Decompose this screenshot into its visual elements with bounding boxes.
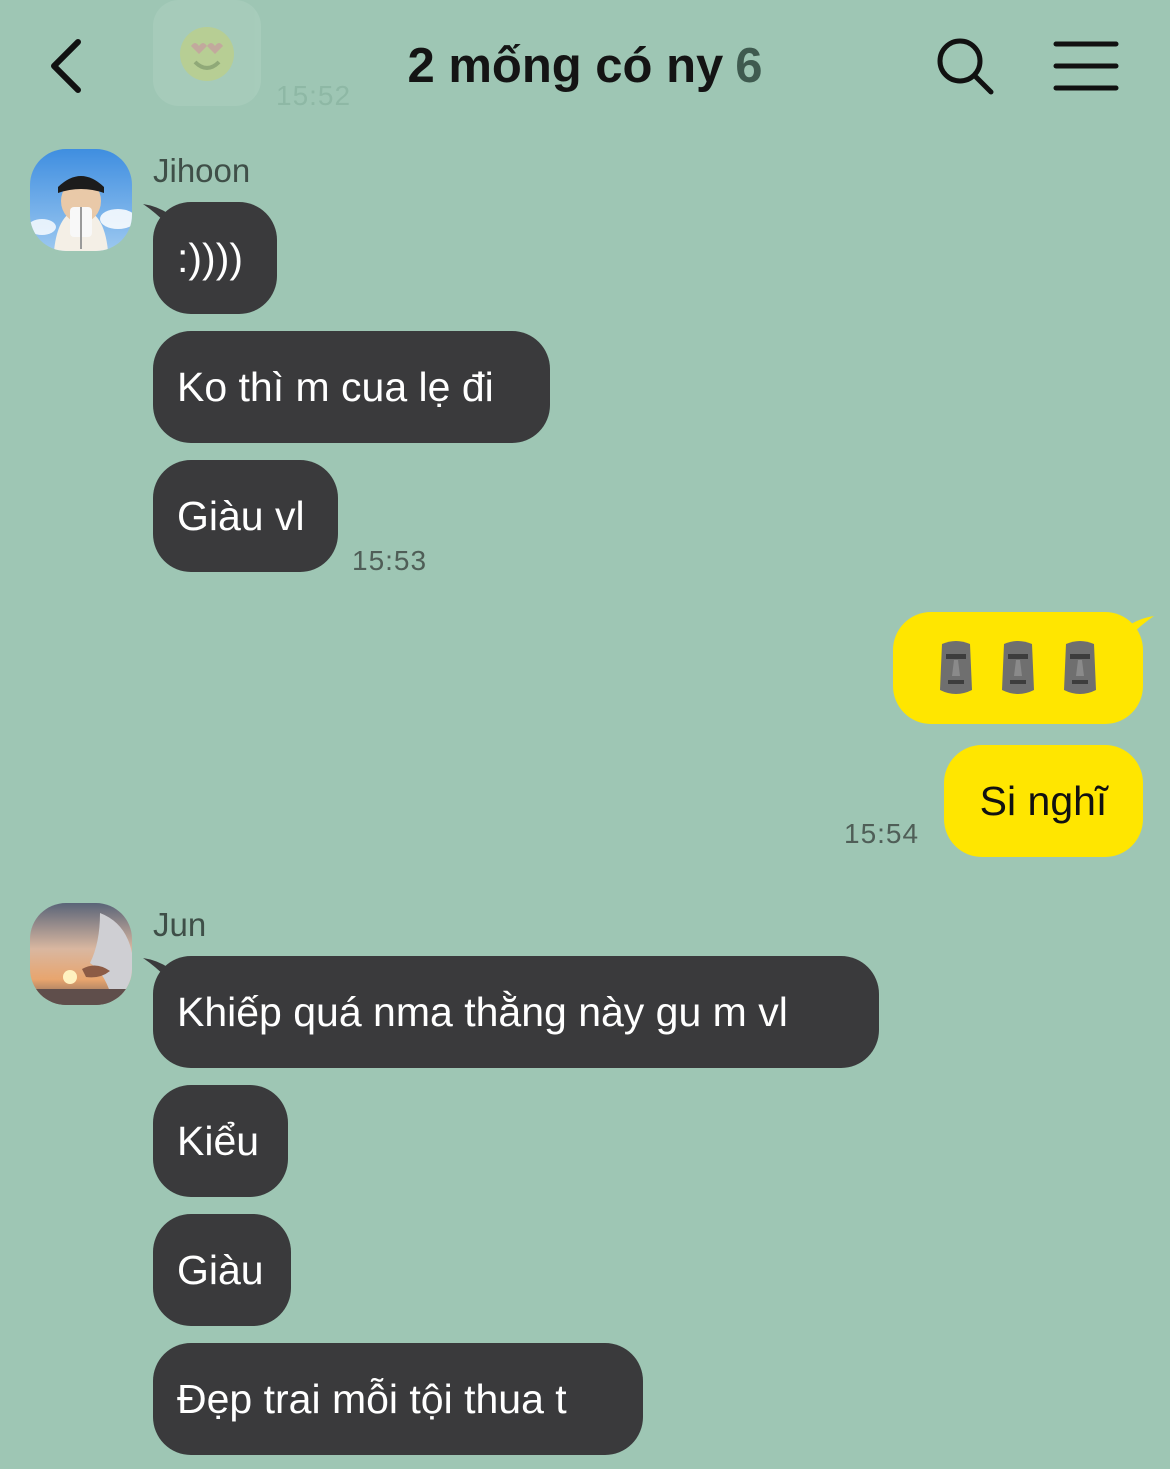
message-text: Giàu vl	[177, 492, 305, 539]
message-timestamp: 15:54	[844, 818, 920, 849]
group-name: 2 mống có ny	[407, 39, 724, 93]
message-text: Khiếp quá nma thằng này gu m vl	[177, 988, 788, 1035]
member-count: 6	[735, 39, 763, 93]
menu-button[interactable]	[1052, 38, 1120, 94]
moai-icon	[940, 641, 972, 694]
sender-name: Jun	[153, 906, 207, 943]
message-bubble[interactable]: :))))	[153, 202, 277, 314]
message-bubble[interactable]: Giàu vl	[153, 460, 338, 572]
message-bubble[interactable]: Si nghĩ	[944, 745, 1143, 857]
message-text: Đẹp trai mỗi tội thua t	[177, 1375, 567, 1422]
message-bubble[interactable]: Đẹp trai mỗi tội thua t	[153, 1343, 643, 1455]
avatar-jihoon[interactable]	[30, 149, 132, 251]
avatar-jun[interactable]	[30, 903, 132, 1005]
message-bubble[interactable]: Ko thì m cua lẹ đi	[153, 331, 550, 443]
message-bubble[interactable]: Khiếp quá nma thằng này gu m vl	[153, 956, 879, 1068]
moai-icon	[1002, 641, 1034, 694]
message-text: Ko thì m cua lẹ đi	[177, 363, 494, 410]
message-text: Giàu	[177, 1246, 264, 1293]
message-text: :))))	[177, 234, 244, 281]
search-button[interactable]	[933, 34, 997, 98]
search-icon	[937, 38, 994, 95]
moai-icon	[1064, 641, 1096, 694]
profile-photo	[30, 149, 132, 251]
message-bubble[interactable]: Kiểu	[153, 1085, 288, 1197]
menu-icon	[1053, 41, 1119, 91]
message-text: Si nghĩ	[979, 777, 1108, 824]
emoji-message-bubble[interactable]	[893, 612, 1143, 724]
message-bubble[interactable]: Giàu	[153, 1214, 291, 1326]
message-text: Kiểu	[177, 1117, 260, 1164]
profile-photo	[30, 903, 132, 1005]
sender-name: Jihoon	[153, 152, 251, 189]
message-timestamp: 15:53	[352, 545, 428, 576]
